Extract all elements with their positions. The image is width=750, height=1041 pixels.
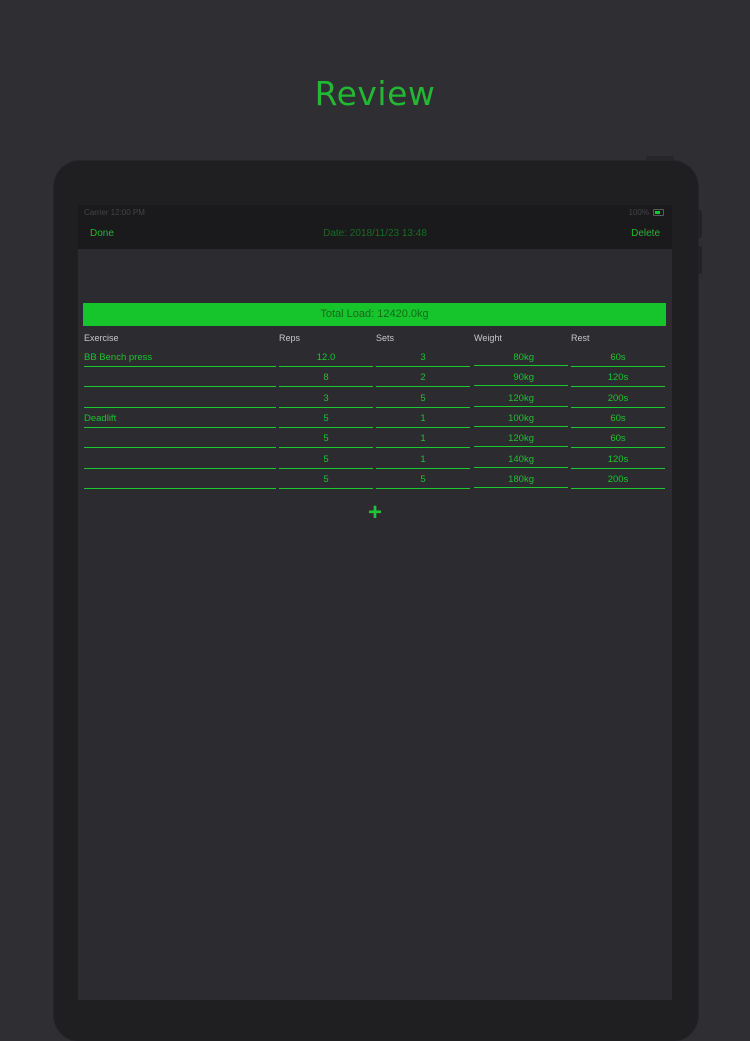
reps-cell[interactable]: 12.0 (279, 351, 373, 367)
table-row: BB Bench press 12.0 3 80kg 60s (78, 351, 672, 371)
column-header-reps: Reps (279, 333, 301, 343)
rest-cell[interactable]: 200s (571, 473, 665, 489)
total-load-banner: Total Load: 12420.0kg (83, 303, 666, 326)
weight-cell[interactable]: 120kg (474, 432, 568, 448)
exercise-cell[interactable]: Deadlift (84, 412, 276, 428)
sets-cell[interactable]: 5 (376, 473, 470, 489)
weight-cell[interactable]: 90kg (474, 371, 568, 387)
column-header-sets: Sets (376, 333, 395, 343)
rest-cell[interactable]: 120s (571, 453, 665, 469)
sets-cell[interactable]: 1 (376, 453, 470, 469)
battery-percent: 100% (628, 208, 649, 217)
exercise-cell[interactable] (84, 453, 276, 469)
reps-cell[interactable]: 8 (279, 371, 373, 388)
reps-cell[interactable]: 5 (279, 453, 373, 469)
table-row: Deadlift 5 1 100kg 60s (78, 412, 672, 432)
rest-cell[interactable]: 60s (571, 412, 665, 428)
sets-cell[interactable]: 3 (376, 351, 470, 367)
status-bar-left: Carrier 12:00 PM (84, 208, 145, 217)
reps-cell[interactable]: 3 (279, 392, 373, 408)
delete-button[interactable]: Delete (631, 228, 660, 239)
rest-cell[interactable]: 120s (571, 371, 665, 388)
rest-cell[interactable]: 200s (571, 392, 665, 408)
reps-cell[interactable]: 5 (279, 432, 373, 449)
battery-icon (653, 209, 664, 216)
weight-cell[interactable]: 80kg (474, 351, 568, 366)
exercise-cell[interactable] (84, 371, 276, 388)
exercise-cell[interactable] (84, 392, 276, 408)
sets-cell[interactable]: 2 (376, 371, 470, 388)
exercise-cell[interactable] (84, 432, 276, 449)
add-row-button[interactable]: + (365, 501, 385, 525)
table-row: 3 5 120kg 200s (78, 392, 672, 412)
weight-cell[interactable]: 140kg (474, 453, 568, 468)
reps-cell[interactable]: 5 (279, 473, 373, 489)
weight-cell[interactable]: 120kg (474, 392, 568, 407)
exercise-cell[interactable] (84, 473, 276, 489)
column-header-rest: Rest (571, 333, 590, 343)
weight-cell[interactable]: 100kg (474, 412, 568, 427)
column-header-weight: Weight (474, 333, 502, 343)
reps-cell[interactable]: 5 (279, 412, 373, 428)
device-volume-up (698, 210, 702, 238)
app-screen: Carrier 12:00 PM 100% Done Date: 2018/11… (78, 205, 672, 1000)
table-row: 8 2 90kg 120s (78, 371, 672, 391)
sets-cell[interactable]: 1 (376, 412, 470, 428)
navigation-bar: Carrier 12:00 PM 100% Done Date: 2018/11… (78, 205, 672, 249)
device-volume-down (698, 246, 702, 274)
sets-cell[interactable]: 1 (376, 432, 470, 449)
rest-cell[interactable]: 60s (571, 351, 665, 367)
page-headline: Review (314, 74, 436, 113)
table-row: 5 5 180kg 200s (78, 473, 672, 493)
column-header-exercise: Exercise (84, 333, 119, 343)
sets-cell[interactable]: 5 (376, 392, 470, 408)
status-bar-right: 100% (629, 208, 664, 217)
weight-cell[interactable]: 180kg (474, 473, 568, 488)
exercise-cell[interactable]: BB Bench press (84, 351, 276, 367)
table-row: 5 1 120kg 60s (78, 432, 672, 452)
date-title: Date: 2018/11/23 13:48 (323, 228, 427, 239)
rest-cell[interactable]: 60s (571, 432, 665, 449)
table-row: 5 1 140kg 120s (78, 453, 672, 473)
